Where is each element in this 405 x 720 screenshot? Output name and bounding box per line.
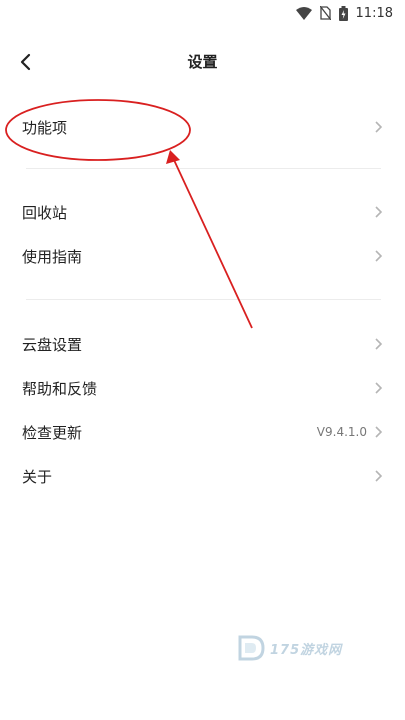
status-time: 11:18: [355, 5, 393, 21]
nav-bar: 设置: [0, 40, 405, 84]
row-label: 关于: [22, 467, 53, 486]
settings-row-user-guide[interactable]: 使用指南: [0, 234, 405, 278]
chevron-right-icon: [375, 426, 383, 438]
watermark-logo-icon: [238, 635, 265, 661]
row-label: 检查更新: [22, 423, 83, 442]
version-text: V9.4.1.0: [316, 425, 367, 439]
chevron-right-icon: [375, 382, 383, 394]
watermark: 175游戏网: [236, 630, 366, 666]
section-divider: [26, 299, 381, 300]
row-label: 功能项: [22, 118, 68, 137]
row-label: 云盘设置: [22, 335, 83, 354]
chevron-right-icon: [375, 470, 383, 482]
settings-row-features[interactable]: 功能项: [0, 105, 405, 149]
row-label: 使用指南: [22, 247, 83, 266]
row-label: 回收站: [22, 203, 68, 222]
row-label: 帮助和反馈: [22, 379, 98, 398]
section-divider: [26, 168, 381, 169]
chevron-right-icon: [375, 206, 383, 218]
settings-row-check-update[interactable]: 检查更新 V9.4.1.0: [0, 410, 405, 454]
page-title: 设置: [187, 53, 218, 71]
annotation-arrow-head: [166, 150, 180, 164]
battery-charging-icon: [338, 5, 348, 21]
wifi-icon: [295, 6, 312, 20]
settings-row-recycle-bin[interactable]: 回收站: [0, 190, 405, 234]
chevron-right-icon: [375, 250, 383, 262]
chevron-right-icon: [375, 338, 383, 350]
no-sim-icon: [319, 6, 331, 20]
settings-row-help-feedback[interactable]: 帮助和反馈: [0, 366, 405, 410]
settings-row-about[interactable]: 关于: [0, 454, 405, 498]
status-bar: 11:18: [0, 0, 405, 26]
watermark-text: 175游戏网: [270, 642, 343, 658]
settings-row-cloud-settings[interactable]: 云盘设置: [0, 322, 405, 366]
chevron-right-icon: [375, 121, 383, 133]
